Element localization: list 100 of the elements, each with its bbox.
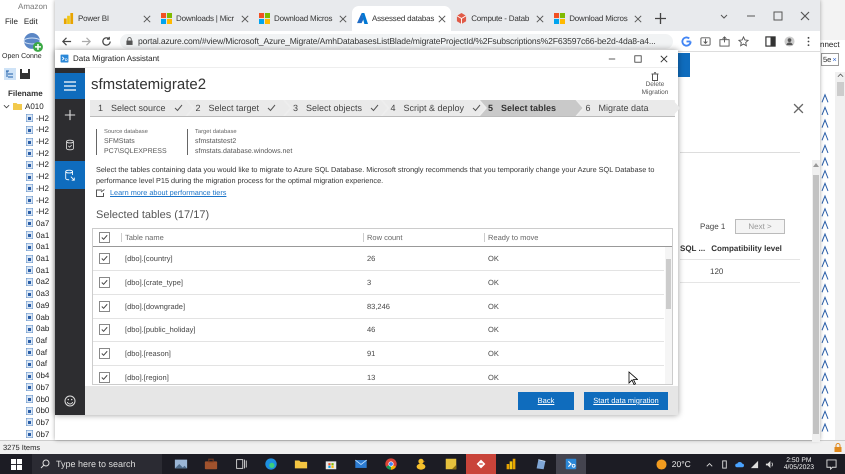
tree-item[interactable]: 0a9	[36, 300, 50, 310]
menu-button[interactable]	[55, 73, 85, 99]
sun-icon[interactable]	[656, 458, 667, 470]
scroll-thumb[interactable]	[813, 175, 819, 434]
close-icon[interactable]	[339, 14, 347, 22]
wifi-icon[interactable]	[750, 460, 759, 468]
task-view-icon[interactable]	[234, 457, 248, 471]
tree-view-icon[interactable]	[4, 68, 16, 80]
row-checkbox[interactable]	[99, 253, 110, 264]
tree-item[interactable]: A010	[25, 102, 44, 111]
row-checkbox[interactable]	[99, 276, 110, 288]
temperature-text[interactable]: 20°C	[672, 459, 691, 469]
tree-item[interactable]: 0a2	[36, 277, 50, 286]
duck-icon[interactable]	[414, 457, 428, 471]
diamond-arrows-icon[interactable]	[474, 457, 488, 471]
close-icon[interactable]	[800, 10, 810, 20]
avatar-icon[interactable]	[784, 36, 795, 46]
chevron-icon[interactable]	[3, 102, 10, 110]
tree-item[interactable]: 0af	[36, 359, 48, 368]
row-checkbox[interactable]	[99, 372, 110, 384]
tree-item[interactable]: -H2	[36, 114, 49, 123]
row-checkbox[interactable]	[99, 300, 110, 312]
search-field[interactable]: Type here to search	[32, 454, 162, 474]
tree-item[interactable]: 0a1	[36, 254, 50, 264]
install-icon[interactable]	[700, 36, 711, 46]
windows-start-icon[interactable]	[11, 458, 22, 470]
tree-item[interactable]: 0b0	[36, 394, 50, 404]
landscape-icon[interactable]	[174, 457, 188, 471]
scrollbar[interactable]	[812, 160, 820, 442]
tree-item[interactable]: 0ab	[36, 324, 50, 334]
wizard-step[interactable]: 3 Select objects	[285, 100, 388, 116]
close-icon[interactable]	[143, 14, 151, 22]
wizard-step[interactable]: 1 Select source	[90, 100, 192, 116]
close-icon[interactable]	[241, 14, 249, 22]
tree-item[interactable]: 0af	[36, 348, 48, 357]
tree-item[interactable]: -H2	[36, 184, 49, 193]
menu-item[interactable]: Edit	[24, 16, 38, 28]
toolbar-label[interactable]: nnect	[820, 40, 845, 49]
database-check-icon[interactable]	[64, 139, 76, 151]
chrome-browser-icon[interactable]	[384, 457, 398, 471]
wizard-step[interactable]: 5 Select tables	[480, 100, 582, 116]
new-tab-icon[interactable]	[655, 13, 666, 24]
menu-icon[interactable]	[64, 81, 76, 91]
close-icon[interactable]	[634, 14, 642, 22]
tree-item[interactable]: 0a1	[36, 230, 50, 240]
back-arrow-icon[interactable]	[61, 36, 72, 46]
maximize-icon[interactable]	[773, 10, 783, 20]
wizard-step[interactable]: 2 Select target	[188, 100, 290, 116]
browser-tab[interactable]: Downloads | Micr	[156, 6, 254, 31]
speaker-icon[interactable]	[764, 460, 774, 468]
nav-button[interactable]	[55, 161, 85, 189]
tree-item[interactable]: 0ab	[36, 312, 50, 322]
share-icon[interactable]	[719, 36, 730, 46]
tree-item[interactable]: -H2	[36, 207, 49, 216]
mail-icon[interactable]	[354, 457, 368, 471]
tree-item[interactable]: -H2	[36, 148, 49, 158]
tree-item[interactable]: 0b7	[36, 430, 50, 439]
row-checkbox[interactable]	[99, 348, 110, 360]
browser-tab[interactable]: Power BI	[58, 6, 156, 31]
tree-item[interactable]: 0b7	[36, 382, 50, 392]
tree-item[interactable]: -H2	[36, 172, 49, 182]
address-field[interactable]: portal.azure.com/#view/Microsoft_Azure_Migrate/AmhDatabasesListBlade/migrateProjectId/%2Fsubscriptions%2F63597c66-be2d-4da8-a4...	[120, 34, 673, 48]
cloud-icon[interactable]	[734, 460, 744, 468]
search-icon[interactable]	[40, 459, 50, 469]
tablet-pen-icon[interactable]	[534, 457, 548, 471]
smiley-icon[interactable]	[64, 395, 76, 407]
browser-tab[interactable]: Assessed databas	[352, 6, 452, 31]
row-checkbox[interactable]	[99, 324, 110, 336]
usb-device-icon[interactable]	[720, 460, 729, 468]
g-logo-icon[interactable]	[681, 36, 692, 46]
maximize-icon[interactable]	[634, 54, 642, 62]
menu-item[interactable]: File	[5, 16, 18, 28]
star-icon[interactable]	[738, 36, 749, 46]
close-icon[interactable]	[438, 14, 446, 22]
tree-item[interactable]: 0b0	[36, 406, 50, 416]
tree-item[interactable]: 0a1	[36, 242, 50, 252]
select-all-checkbox[interactable]	[99, 232, 110, 244]
tree-item[interactable]: -H2	[36, 160, 49, 170]
database-arrow-icon[interactable]	[64, 169, 76, 181]
sticky-note-icon[interactable]	[444, 457, 458, 471]
close-icon[interactable]	[536, 14, 544, 22]
scroll-thumb[interactable]	[666, 259, 671, 310]
tree-item[interactable]: 0a3	[36, 289, 50, 298]
close-icon[interactable]	[660, 54, 668, 62]
wizard-step[interactable]: 6 Migrate data	[578, 100, 680, 116]
tree-item[interactable]: -H2	[36, 125, 49, 134]
scrollbar[interactable]	[665, 247, 672, 384]
tree-item[interactable]: 0b4	[36, 371, 50, 380]
close-icon[interactable]	[793, 103, 804, 114]
browser-tab[interactable]: Download Micros	[549, 6, 648, 31]
tree-item[interactable]: 0af	[36, 336, 48, 345]
sidebar-icon[interactable]	[765, 36, 776, 46]
browser-tab[interactable]: Download Micros	[254, 6, 352, 31]
browser-tab[interactable]: Compute - Datab	[451, 6, 550, 31]
briefcase-icon[interactable]	[204, 457, 218, 471]
bar-chart-icon[interactable]	[504, 457, 518, 471]
save-icon[interactable]	[19, 68, 31, 80]
tree-item[interactable]: -H2	[36, 196, 49, 205]
plus-icon[interactable]	[64, 109, 76, 121]
notification-icon[interactable]	[826, 458, 837, 470]
